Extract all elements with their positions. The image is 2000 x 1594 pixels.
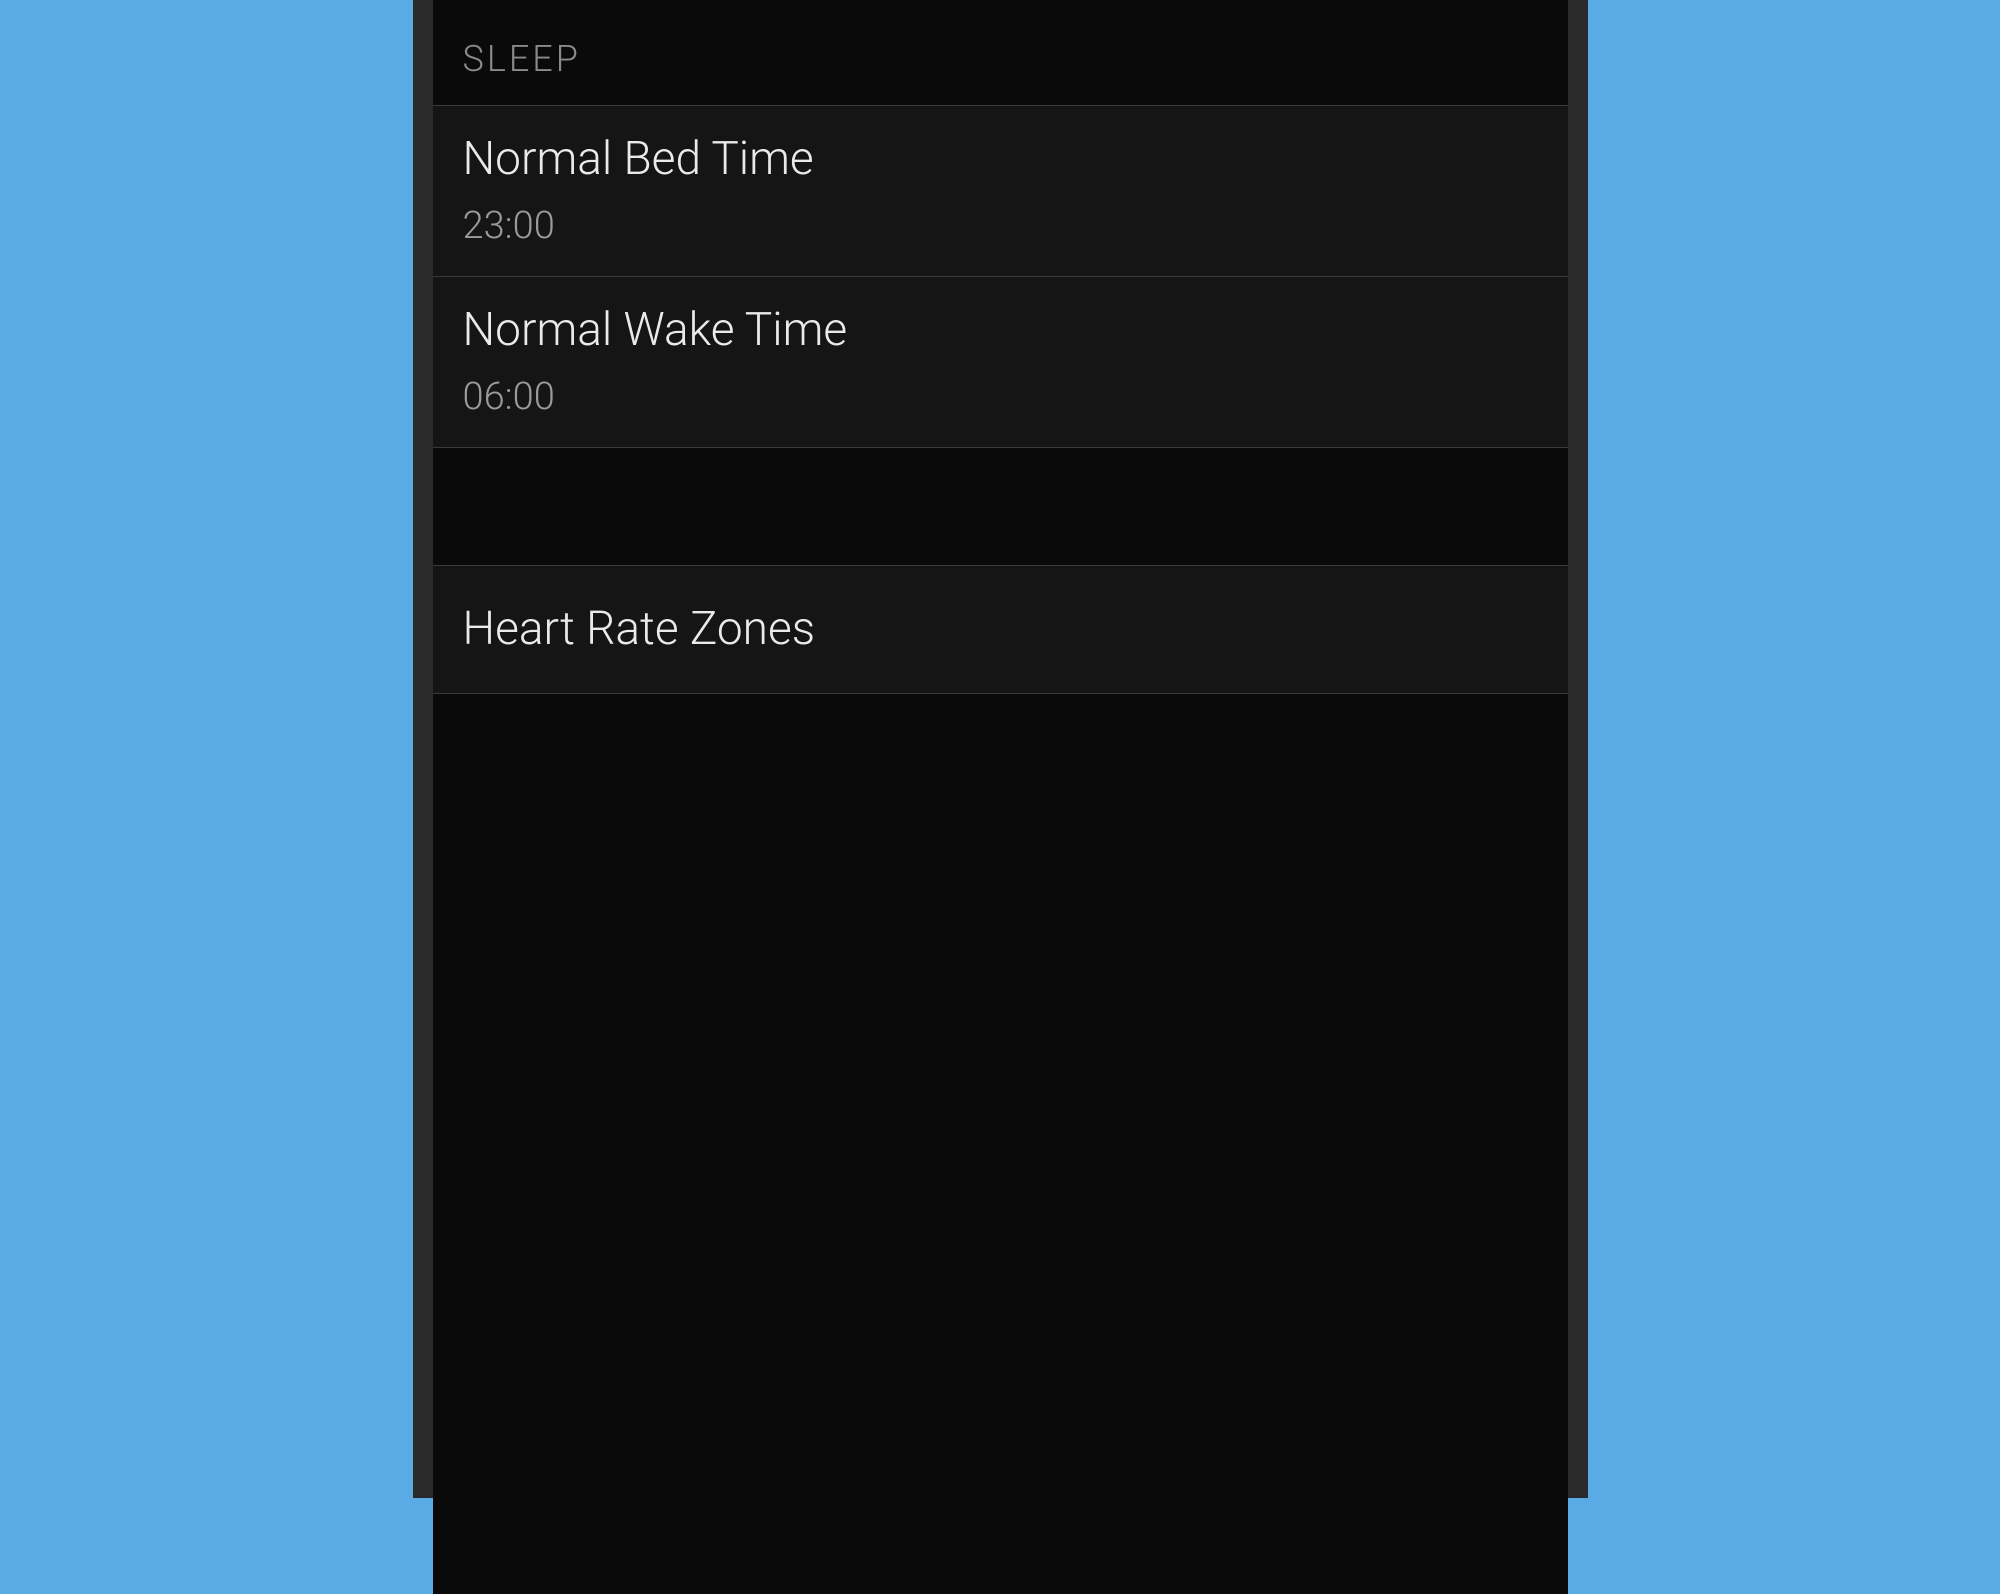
bed-time-label: Normal Bed Time: [463, 130, 1538, 190]
sleep-section-header: SLEEP: [433, 0, 1568, 106]
wake-time-label: Normal Wake Time: [463, 301, 1538, 361]
device-frame: SLEEP Normal Bed Time 23:00 Normal Wake …: [413, 0, 1588, 1498]
normal-wake-time-row[interactable]: Normal Wake Time 06:00: [433, 276, 1568, 448]
normal-bed-time-row[interactable]: Normal Bed Time 23:00: [433, 105, 1568, 277]
heart-rate-zones-row[interactable]: Heart Rate Zones: [433, 565, 1568, 695]
section-separator: [433, 448, 1568, 566]
heart-rate-zones-label: Heart Rate Zones: [463, 600, 1538, 660]
settings-screen: SLEEP Normal Bed Time 23:00 Normal Wake …: [433, 0, 1568, 1498]
bed-time-value: 23:00: [463, 204, 1538, 248]
wake-time-value: 06:00: [463, 375, 1538, 419]
empty-content-area: [433, 694, 1568, 1594]
